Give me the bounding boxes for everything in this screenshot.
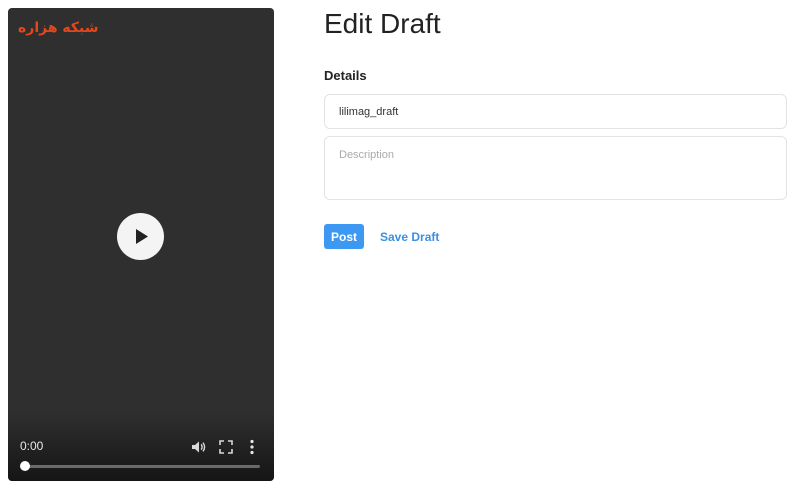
fullscreen-button[interactable]	[217, 438, 235, 456]
progress-handle[interactable]	[20, 461, 30, 471]
volume-button[interactable]	[190, 438, 208, 456]
post-button[interactable]: Post	[324, 224, 364, 249]
play-button[interactable]	[117, 213, 164, 260]
volume-icon	[192, 441, 206, 453]
title-input[interactable]	[324, 94, 787, 129]
page: شبکه هزاره 0:00 Edit Draft Details lilim…	[0, 0, 800, 488]
details-label: Details	[324, 68, 367, 83]
page-title: Edit Draft	[324, 8, 441, 39]
fullscreen-icon	[219, 440, 233, 454]
video-player[interactable]: شبکه هزاره 0:00	[8, 8, 274, 481]
more-vertical-icon	[250, 439, 254, 455]
save-draft-button[interactable]: Save Draft	[380, 224, 439, 249]
channel-watermark: شبکه هزاره	[18, 20, 99, 36]
description-input[interactable]	[324, 136, 787, 200]
progress-bar[interactable]	[20, 461, 260, 471]
more-options-button[interactable]	[243, 438, 261, 456]
play-icon	[136, 229, 148, 244]
current-time: 0:00	[20, 439, 44, 453]
